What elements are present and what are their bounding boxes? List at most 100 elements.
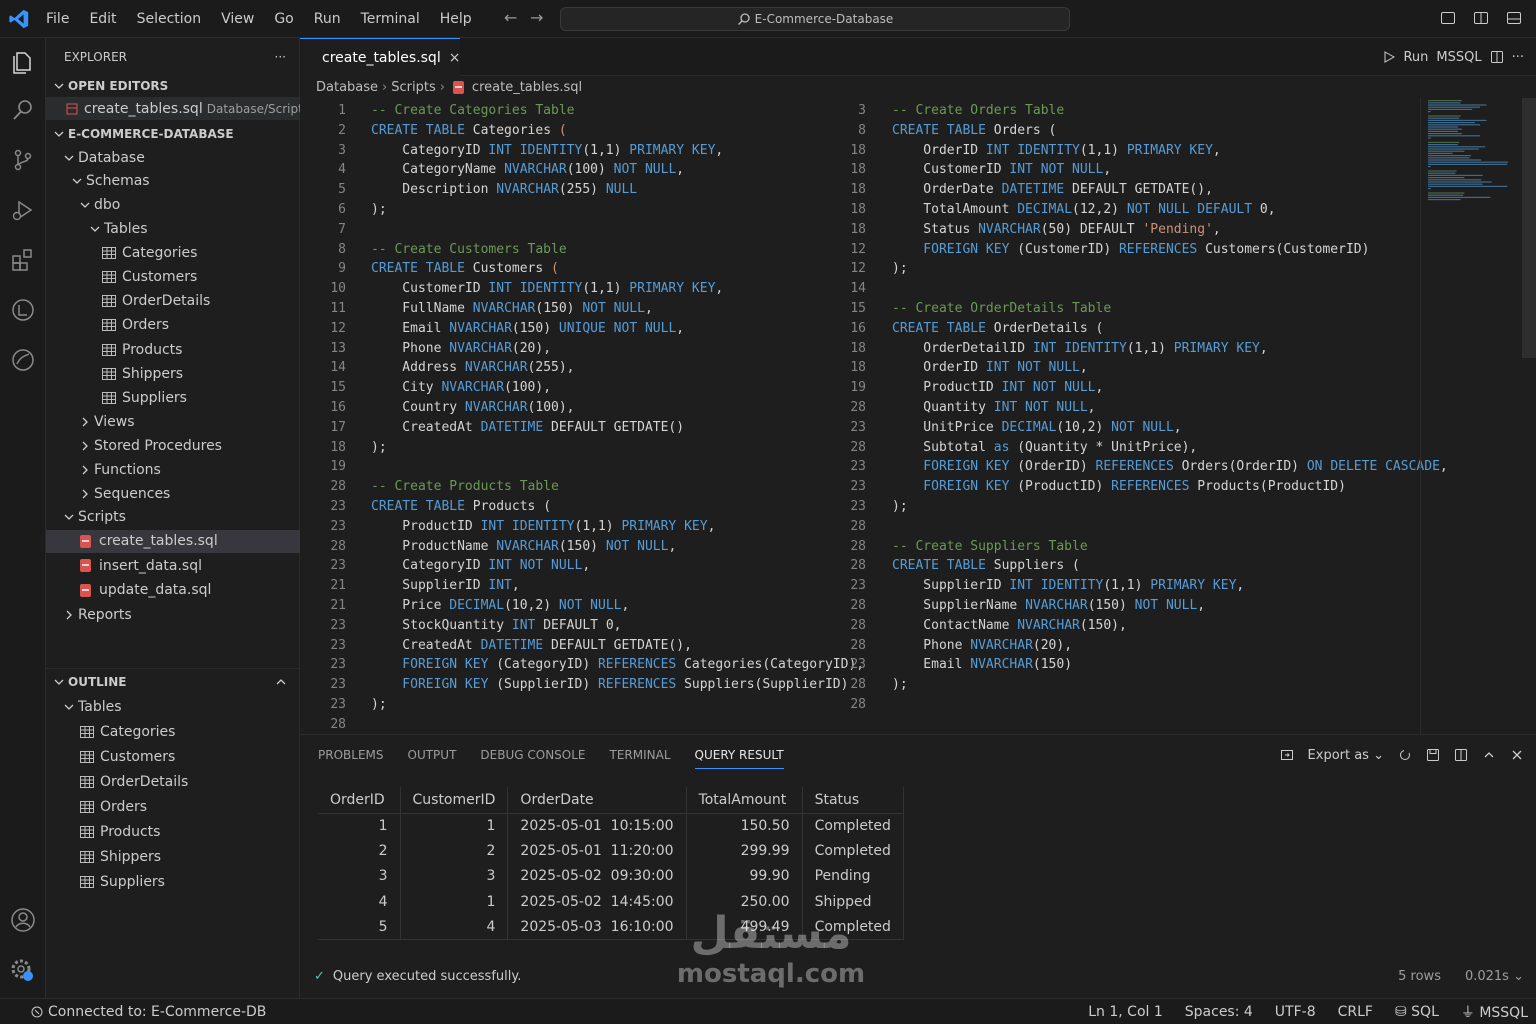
code-line[interactable]: StockQuantity INT DEFAULT 0, [371,618,621,633]
open-editors-header[interactable]: OPEN EDITORS [46,74,300,97]
code-line[interactable]: CREATE TABLE OrderDetails ( [892,321,1103,336]
breadcrumb-database[interactable]: Database [316,80,378,95]
outline-item-orders[interactable]: Orders [46,795,300,818]
provider[interactable]: ⏚ MSSQL [1461,1002,1528,1022]
export-as-button[interactable]: Export as ⌄ [1308,748,1384,763]
code-line[interactable]: SupplierID INT, [371,578,519,593]
code-line[interactable]: Email NVARCHAR(150) [892,657,1072,672]
code-line[interactable]: -- Create Suppliers Table [892,539,1088,554]
code-line[interactable]: Quantity INT NOT NULL, [892,400,1095,415]
table-row[interactable]: 2 2 2025-05-01 11:20:00 299.99 Completed [318,838,904,864]
code-line[interactable]: OrderID INT IDENTITY(1,1) PRIMARY KEY, [892,143,1220,158]
tree-table-shippers[interactable]: Shippers [46,362,300,385]
explorer-icon[interactable] [9,48,37,76]
collapse-outline-icon[interactable] [274,675,288,689]
tree-folder-stored-procedures[interactable]: Stored Procedures [46,434,300,457]
code-line[interactable]: CreatedAt DATETIME DEFAULT GETDATE(), [371,638,692,653]
code-line[interactable]: ); [892,499,908,514]
code-line[interactable]: CREATE TABLE Customers ( [371,261,559,276]
code-line[interactable]: -- Create Orders Table [892,103,1064,118]
more-actions-icon[interactable]: ··· [1512,50,1524,65]
breadcrumb-scripts[interactable]: Scripts [391,80,435,95]
tree-folder-functions[interactable]: Functions [46,458,300,481]
table-row[interactable]: 5 4 2025-05-03 16:10:00 499.49 Completed [318,914,904,940]
column-header-totalamount[interactable]: TotalAmount [686,787,803,814]
outline-item-suppliers[interactable]: Suppliers [46,870,300,893]
table-row[interactable]: 4 1 2025-05-02 14:45:00 250.00 Shipped [318,888,904,915]
code-line[interactable]: -- Create Categories Table [371,103,575,118]
tree-folder-sequences[interactable]: Sequences [46,482,300,505]
language-mode-button[interactable]: MSSQL [1436,50,1481,65]
code-line[interactable]: CREATE TABLE Suppliers ( [892,558,1080,573]
code-line[interactable]: CategoryName NVARCHAR(100) NOT NULL, [371,162,684,177]
code-line[interactable]: Country NVARCHAR(100), [371,400,574,415]
code-line[interactable]: ProductID INT NOT NULL, [892,380,1103,395]
outline-item-categories[interactable]: Categories [46,720,300,743]
code-line[interactable]: -- Create OrderDetails Table [892,301,1111,316]
menu-run[interactable]: Run [304,11,351,27]
close-icon[interactable]: × [449,50,461,66]
code-line[interactable]: OrderDetailID INT IDENTITY(1,1) PRIMARY … [892,341,1267,356]
split-editor-icon[interactable] [1490,50,1504,64]
panel-tab-debug-console[interactable]: DEBUG CONSOLE [480,748,585,762]
tree-script-insert_data[interactable]: insert_data.sql [46,554,300,577]
code-line[interactable]: TotalAmount DECIMAL(12,2) NOT NULL DEFAU… [892,202,1275,217]
breadcrumb-file[interactable]: create_tables.sql [472,80,582,95]
tree-tables[interactable]: Tables [46,217,300,240]
column-header-orderid[interactable]: OrderID [318,787,401,814]
menu-view[interactable]: View [211,11,264,27]
table-row[interactable]: 1 1 2025-05-01 10:15:00 150.50 Completed [318,813,904,839]
tree-schemas[interactable]: Schemas [46,170,300,193]
table-row[interactable]: 3 3 2025-05-02 09:30:00 99.90 Pending [318,863,904,889]
code-line[interactable]: ); [892,261,908,276]
code-line[interactable]: SupplierID INT IDENTITY(1,1) PRIMARY KEY… [892,578,1244,593]
code-line[interactable]: ProductName NVARCHAR(150) NOT NULL, [371,539,676,554]
code-line[interactable]: City NVARCHAR(100), [371,380,551,395]
tree-scripts[interactable]: Scripts [46,506,300,529]
menu-go[interactable]: Go [264,11,303,27]
back-arrow-icon[interactable]: ← [504,8,517,27]
code-line[interactable]: Description NVARCHAR(255) NULL [371,182,637,197]
code-line[interactable]: CREATE TABLE Categories ( [371,123,567,138]
tree-folder-views[interactable]: Views [46,411,300,434]
code-line[interactable]: ); [892,677,908,692]
code-line[interactable]: Subtotal as (Quantity * UnitPrice), [892,440,1197,455]
close-panel-icon[interactable] [1510,748,1524,762]
code-line[interactable]: -- Create Customers Table [371,242,567,257]
code-line[interactable]: FullName NVARCHAR(150) NOT NULL, [371,301,653,316]
tree-script-update_data[interactable]: update_data.sql [46,579,300,602]
code-editor[interactable]: 1 -- Create Categories Table 2 CREATE TABLE… [300,98,1536,734]
tree-script-create_tables[interactable]: create_tables.sql [46,529,300,553]
outline-item-orderdetails[interactable]: OrderDetails [46,770,300,793]
refresh-icon[interactable] [1398,748,1412,762]
column-header-status[interactable]: Status [802,787,904,814]
code-line[interactable]: Address NVARCHAR(255), [371,360,574,375]
panel-tab-problems[interactable]: PROBLEMS [318,748,384,762]
customize-layout-icon[interactable] [1506,10,1522,26]
code-line[interactable]: Email NVARCHAR(150) UNIQUE NOT NULL, [371,321,684,336]
code-line[interactable]: Price DECIMAL(10,2) NOT NULL, [371,598,629,613]
code-line[interactable]: CustomerID INT NOT NULL, [892,162,1111,177]
code-line[interactable]: ProductID INT IDENTITY(1,1) PRIMARY KEY, [371,519,715,534]
end-of-line[interactable]: CRLF [1338,1004,1373,1020]
tree-table-products[interactable]: Products [46,338,300,361]
code-line[interactable]: FOREIGN KEY (CustomerID) REFERENCES Cust… [892,242,1369,257]
code-line[interactable]: Phone NVARCHAR(20), [892,638,1072,653]
code-line[interactable]: ContactName NVARCHAR(150), [892,618,1127,633]
code-line[interactable]: FOREIGN KEY (SupplierID) REFERENCES Supp… [371,677,848,692]
code-line[interactable]: CustomerID INT IDENTITY(1,1) PRIMARY KEY… [371,281,723,296]
column-header-orderdate[interactable]: OrderDate [507,787,687,814]
code-line[interactable]: -- Create Products Table [371,479,559,494]
code-line[interactable]: Status NVARCHAR(50) DEFAULT 'Pending', [892,222,1220,237]
tree-table-orders[interactable]: Orders [46,314,300,337]
database-connections-icon[interactable] [9,296,37,324]
menu-file[interactable]: File [36,11,79,27]
open-editor-item[interactable]: create_tables.sql Database/Scripts [46,97,309,120]
save-results-icon[interactable] [1426,748,1440,762]
code-line[interactable]: FOREIGN KEY (CategoryID) REFERENCES Cate… [371,657,864,672]
tree-reports[interactable]: Reports [46,603,300,626]
toggle-editor-layout-icon[interactable] [1473,10,1489,26]
panel-tab-output[interactable]: OUTPUT [408,748,457,762]
code-line[interactable]: OrderID INT NOT NULL, [892,360,1087,375]
code-line[interactable]: UnitPrice DECIMAL(10,2) NOT NULL, [892,420,1181,435]
